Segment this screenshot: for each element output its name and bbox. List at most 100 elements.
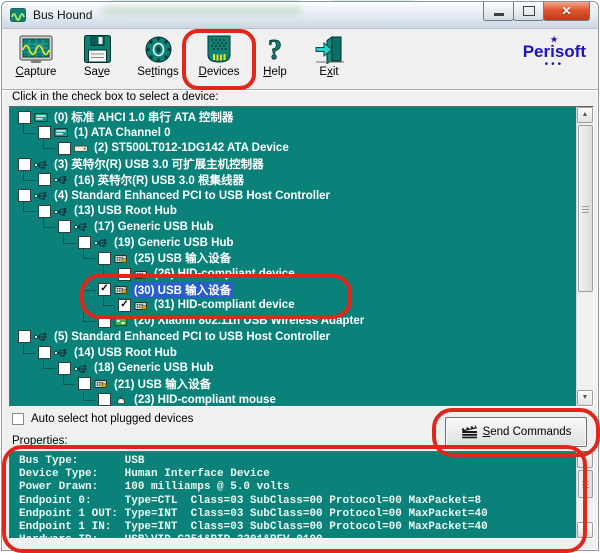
device-checkbox[interactable]: ✓ <box>98 283 111 296</box>
tree-item[interactable]: (16) 英特尔(R) USB 3.0 根集线器 <box>10 172 577 188</box>
device-checkbox[interactable] <box>38 346 51 359</box>
minimize-button[interactable] <box>483 2 514 21</box>
save-button[interactable]: Save <box>75 33 119 78</box>
settings-label: Settings <box>137 66 179 78</box>
device-checkbox[interactable] <box>58 220 71 233</box>
devices-label: Devices <box>199 66 240 78</box>
device-checkbox[interactable] <box>98 252 111 265</box>
hid-device-icon <box>114 253 129 264</box>
scroll-down-icon[interactable]: ▼ <box>577 522 593 538</box>
tree-item[interactable]: (26) HID-compliant device <box>10 266 577 282</box>
tree-item[interactable]: (17) Generic USB Hub <box>10 219 577 235</box>
tree-connector <box>83 391 95 401</box>
property-line: Power Drawn: 100 milliamps @ 5.0 volts <box>19 481 573 494</box>
device-label[interactable]: (19) Generic USB Hub <box>112 237 236 249</box>
device-label[interactable]: (31) HID-compliant device <box>152 299 297 311</box>
tree-connector <box>63 234 75 244</box>
devices-button[interactable]: Devices <box>197 33 241 78</box>
usb-device-icon <box>54 347 69 358</box>
tree-scrollbar[interactable]: ▲ ▼ <box>576 107 593 406</box>
device-checkbox[interactable] <box>58 142 71 155</box>
device-checkbox[interactable] <box>18 111 31 124</box>
tree-item[interactable]: (14) USB Root Hub <box>10 345 577 361</box>
tree-item[interactable]: (2) ST500LT012-1DG142 ATA Device <box>10 140 577 156</box>
help-button[interactable]: ? Help <box>258 33 292 78</box>
property-line: Endpoint 1 IN: Type=INT Class=03 SubClas… <box>19 521 573 534</box>
tree-item[interactable]: ✓ (30) USB 输入设备 <box>10 282 577 298</box>
tree-item[interactable]: (23) HID-compliant mouse <box>10 392 577 406</box>
tree-item[interactable]: (13) USB Root Hub <box>10 203 577 219</box>
title-bar[interactable]: Bus Hound ✕ <box>2 2 598 29</box>
device-checkbox[interactable] <box>98 393 111 406</box>
settings-button[interactable]: Settings <box>136 33 180 78</box>
device-checkbox[interactable] <box>38 126 51 139</box>
properties-scrollbar-thumb[interactable] <box>578 470 593 498</box>
capture-button[interactable]: Capture <box>14 33 58 78</box>
scroll-up-icon[interactable]: ▲ <box>577 107 593 123</box>
device-label[interactable]: (4) Standard Enhanced PCI to USB Host Co… <box>52 190 332 202</box>
send-commands-button[interactable]: Send Commands <box>445 417 587 447</box>
hid-device-icon <box>114 284 129 295</box>
tree-item[interactable]: (21) USB 输入设备 <box>10 376 577 392</box>
tree-item[interactable]: (5) Standard Enhanced PCI to USB Host Co… <box>10 329 577 345</box>
device-label[interactable]: (17) Generic USB Hub <box>92 221 216 233</box>
device-checkbox[interactable] <box>78 236 91 249</box>
usb-device-icon <box>74 363 89 374</box>
device-label[interactable]: (30) USB 输入设备 <box>132 282 233 298</box>
device-tree[interactable]: (0) 标准 AHCI 1.0 串行 ATA 控制器 (1) ATA Channe… <box>9 106 594 407</box>
tree-item[interactable]: (4) Standard Enhanced PCI to USB Host Co… <box>10 188 577 204</box>
device-checkbox[interactable]: ✓ <box>118 299 131 312</box>
device-label[interactable]: (20) Xiaomi 802.11n USB Wireless Adapter <box>132 315 366 327</box>
tree-item[interactable]: (18) Generic USB Hub <box>10 360 577 376</box>
device-label[interactable]: (14) USB Root Hub <box>72 347 179 359</box>
device-label[interactable]: (18) Generic USB Hub <box>92 362 216 374</box>
scroll-down-icon[interactable]: ▼ <box>577 390 593 406</box>
save-floppy-icon <box>83 33 112 65</box>
device-checkbox[interactable] <box>98 315 111 328</box>
device-label[interactable]: (13) USB Root Hub <box>72 205 179 217</box>
close-button[interactable]: ✕ <box>543 2 590 21</box>
device-label[interactable]: (1) ATA Channel 0 <box>72 127 172 139</box>
hid-device-icon <box>134 300 149 311</box>
settings-dial-icon <box>143 33 174 65</box>
device-checkbox[interactable] <box>18 330 31 343</box>
device-label[interactable]: (21) USB 输入设备 <box>112 376 213 392</box>
scroll-up-icon[interactable]: ▲ <box>577 452 593 468</box>
device-checkbox[interactable] <box>78 377 91 390</box>
tree-connector <box>23 344 35 354</box>
help-question-icon: ? <box>264 33 286 65</box>
tree-item[interactable]: (0) 标准 AHCI 1.0 串行 ATA 控制器 <box>10 109 577 125</box>
device-label[interactable]: (26) HID-compliant device <box>152 268 297 280</box>
device-checkbox[interactable] <box>58 362 71 375</box>
tree-item[interactable]: (25) USB 输入设备 <box>10 250 577 266</box>
properties-scrollbar[interactable]: ▲ ▼ <box>576 452 593 538</box>
device-label[interactable]: (0) 标准 AHCI 1.0 串行 ATA 控制器 <box>52 109 235 125</box>
device-checkbox[interactable] <box>38 205 51 218</box>
toolbar: Capture Save Settings Devices <box>2 29 598 90</box>
device-label[interactable]: (3) 英特尔(R) USB 3.0 可扩展主机控制器 <box>52 156 266 172</box>
tree-item[interactable]: (19) Generic USB Hub <box>10 235 577 251</box>
exit-button[interactable]: Exit <box>309 33 349 78</box>
device-label[interactable]: (25) USB 输入设备 <box>132 250 233 266</box>
tree-item[interactable]: (1) ATA Channel 0 <box>10 125 577 141</box>
tree-item[interactable]: (3) 英特尔(R) USB 3.0 可扩展主机控制器 <box>10 156 577 172</box>
maximize-button[interactable] <box>513 2 544 21</box>
brand-logo: ★Perisoft ••• <box>523 42 586 68</box>
auto-select-checkbox[interactable] <box>12 413 24 425</box>
controller-device-icon <box>54 127 69 138</box>
tree-item[interactable]: (20) Xiaomi 802.11n USB Wireless Adapter <box>10 313 577 329</box>
device-checkbox[interactable] <box>18 158 31 171</box>
app-icon <box>10 8 26 22</box>
device-checkbox[interactable] <box>18 189 31 202</box>
tree-connector <box>63 375 75 385</box>
device-label[interactable]: (16) 英特尔(R) USB 3.0 根集线器 <box>72 172 246 188</box>
device-label[interactable]: (2) ST500LT012-1DG142 ATA Device <box>92 142 291 154</box>
properties-label: Properties: <box>12 435 68 447</box>
device-label[interactable]: (5) Standard Enhanced PCI to USB Host Co… <box>52 331 332 343</box>
disk-device-icon <box>74 143 89 154</box>
device-label[interactable]: (23) HID-compliant mouse <box>132 394 278 406</box>
tree-scrollbar-thumb[interactable] <box>578 125 593 292</box>
tree-item[interactable]: ✓ (31) HID-compliant device <box>10 297 577 313</box>
device-checkbox[interactable] <box>118 268 131 281</box>
device-checkbox[interactable] <box>38 173 51 186</box>
